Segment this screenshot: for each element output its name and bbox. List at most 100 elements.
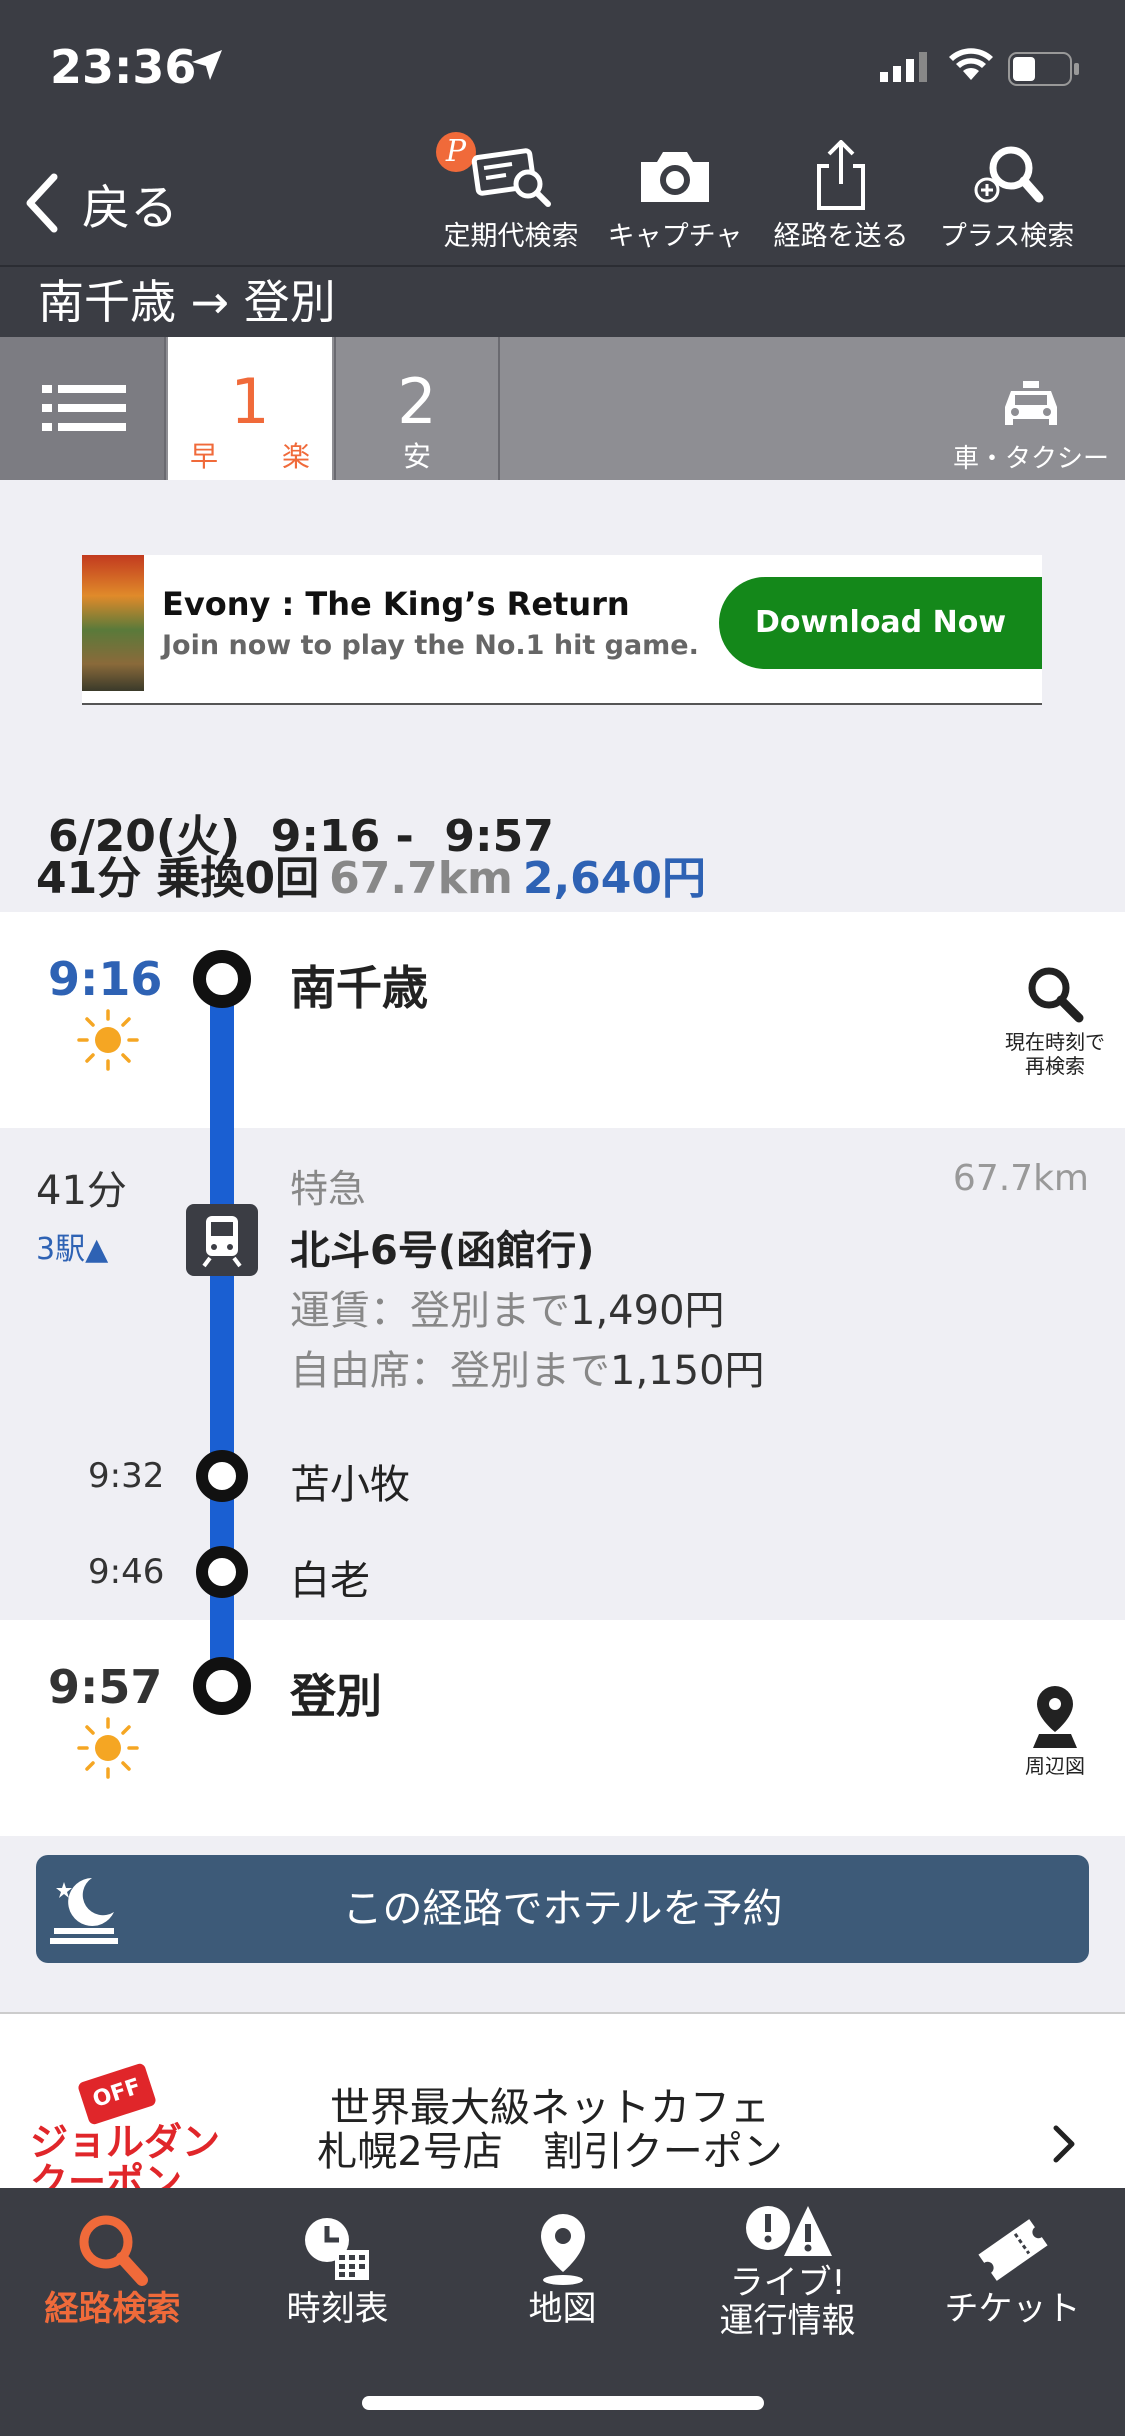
status-time: 23:36 (50, 40, 197, 94)
ad-description: Join now to play the No.1 hit game. (162, 630, 699, 661)
ride-duration: 41分 (36, 1168, 127, 1214)
hotel-moon-icon (50, 1878, 118, 1944)
coupon-banner[interactable]: OFF ジョルダン クーポン 世界最大級ネットカフェ 札幌2号店 割引クーポン (0, 2012, 1125, 2188)
sun-icon (77, 1009, 139, 1071)
tab-map[interactable]: 地図 (450, 2210, 675, 2328)
coupon-brand-line: ジョルダン (30, 2120, 221, 2164)
plus-search-label: プラス検索 (939, 221, 1075, 252)
map-pin-icon (1033, 1686, 1077, 1748)
off-tag: OFF (76, 2062, 158, 2126)
ticket-icon (977, 2219, 1048, 2281)
map-pin-icon (540, 2214, 585, 2285)
live-info-icon (745, 2206, 832, 2256)
fare-value: 1,490円 (570, 1288, 725, 1334)
ad-banner[interactable]: Evony : The King’s Return Join now to pl… (82, 555, 1042, 705)
taxi-icon (1004, 381, 1057, 425)
tab-route-search[interactable]: 経路検索 (0, 2210, 225, 2328)
ride-distance: 67.7km (952, 1158, 1089, 1199)
timetable-icon (304, 2218, 369, 2280)
train-icon (186, 1204, 258, 1276)
tab-live-info[interactable]: ライブ! 運行情報 (675, 2200, 900, 2340)
plus-search-button[interactable]: プラス検索 (922, 140, 1092, 260)
hotel-booking-button[interactable]: この経路でホテルを予約 (36, 1855, 1089, 1963)
chevron-right-icon (1053, 2125, 1075, 2163)
tag-fast: 早 (190, 440, 219, 473)
route-title: 南千歳 → 登別 (0, 265, 1125, 337)
tab-live-info-label-1: ライブ! (729, 2263, 846, 2303)
back-button[interactable]: 戻る (24, 168, 178, 238)
departure-station: 南千歳 (290, 961, 428, 1015)
nearby-map-label: 周辺図 (1025, 1754, 1085, 1778)
commuter-pass-search-icon (471, 148, 551, 207)
coupon-brand: ジョルダン クーポン (30, 2122, 220, 2188)
commuter-pass-search-label: 定期代検索 (443, 221, 579, 252)
ad-title: Evony : The King’s Return (162, 585, 630, 623)
tab-route-2[interactable]: 2 安 (334, 337, 500, 480)
coupon-text-line: 世界最大級ネットカフェ (330, 2085, 770, 2131)
tab-ticket[interactable]: チケット (900, 2210, 1125, 2328)
research-now-button[interactable]: 現在時刻で 再検索 (1000, 962, 1110, 1078)
tab-timetable[interactable]: 時刻表 (225, 2210, 450, 2328)
plus-search-icon (974, 146, 1044, 203)
send-route-label: 経路を送る (773, 221, 909, 252)
stop-node (196, 1450, 248, 1502)
tab-route-1-number: 1 (230, 365, 270, 438)
train-type: 特急 (290, 1167, 367, 1211)
ad-download-button[interactable]: Download Now (719, 577, 1042, 669)
route-summary: 6/20(火) 9:16 - 9:57 41分 乗換0回 67.7km 2,640円 (0, 790, 1125, 912)
arrival-section (0, 1620, 1125, 1836)
tab-route-1-tags: 早楽 (168, 435, 332, 475)
route-tabs: 1 早楽 2 安 車・タクシー (0, 337, 1125, 480)
stop-station: 苫小牧 (290, 1462, 410, 1508)
coupon-brand-line: クーポン (30, 2160, 183, 2188)
tag-easy: 楽 (281, 440, 310, 473)
taxi-button[interactable]: 車・タクシー (953, 381, 1109, 475)
back-label: 戻る (82, 180, 179, 236)
search-icon (1028, 967, 1084, 1023)
tab-route-2-number: 2 (397, 365, 437, 438)
send-route-button[interactable]: 経路を送る (756, 140, 926, 260)
coupon-text: 世界最大級ネットカフェ 札幌2号店 割引クーポン (240, 2086, 860, 2174)
arrival-time: 9:57 (48, 1660, 163, 1714)
tab-list-view[interactable] (0, 337, 166, 480)
summary-duration-transfers: 41分 乗換0回 (36, 853, 320, 904)
stop-station: 白老 (290, 1558, 370, 1604)
commuter-pass-search-button[interactable]: 定期代検索 (426, 140, 596, 260)
arrival-station: 登別 (290, 1669, 382, 1723)
train-name: 北斗6号(函館行) (290, 1228, 595, 1274)
seat-fare-value: 1,150円 (610, 1348, 765, 1394)
stop-node (196, 1546, 248, 1598)
tab-route-2-tag: 安 (402, 440, 431, 473)
capture-button[interactable]: キャプチャ (590, 140, 760, 260)
signal-icon (880, 52, 927, 82)
battery-icon (1008, 52, 1079, 86)
summary-fare: 2,640円 (522, 853, 707, 904)
chevron-left-icon (26, 173, 58, 233)
location-arrow-icon (192, 50, 222, 80)
research-label-1: 現在時刻で (1005, 1030, 1105, 1054)
departure-time: 9:16 (48, 952, 163, 1006)
taxi-label: 車・タクシー (952, 444, 1109, 474)
nearby-map-button[interactable]: 周辺図 (1010, 1684, 1100, 1778)
stop-time: 9:32 (88, 1456, 165, 1496)
seat-fare-line: 自由席：登別まで1,150円 (290, 1338, 765, 1396)
fare-line: 運賃：登別まで1,490円 (290, 1278, 725, 1336)
tab-route-1[interactable]: 1 早楽 (168, 337, 332, 480)
tab-live-info-label-2: 運行情報 (719, 2301, 856, 2341)
fare-label: 運賃：登別まで (290, 1288, 570, 1334)
capture-label: キャプチャ (607, 221, 743, 252)
home-indicator (362, 2396, 764, 2410)
ad-image (82, 555, 144, 691)
tab-ticket-label: チケット (944, 2289, 1081, 2329)
departure-section (0, 912, 1125, 1128)
summary-line: 41分 乗換0回 67.7km 2,640円 (36, 842, 706, 906)
list-icon (42, 385, 126, 431)
sun-icon (77, 1717, 139, 1779)
share-icon (817, 140, 865, 210)
wifi-icon (949, 48, 993, 80)
arrival-node (193, 1657, 251, 1715)
ride-stops-toggle[interactable]: 3駅▲ (36, 1224, 108, 1268)
research-label-2: 再検索 (1025, 1054, 1085, 1078)
stop-time: 9:46 (88, 1552, 165, 1592)
coupon-text-line: 札幌2号店 割引クーポン (317, 2129, 783, 2175)
